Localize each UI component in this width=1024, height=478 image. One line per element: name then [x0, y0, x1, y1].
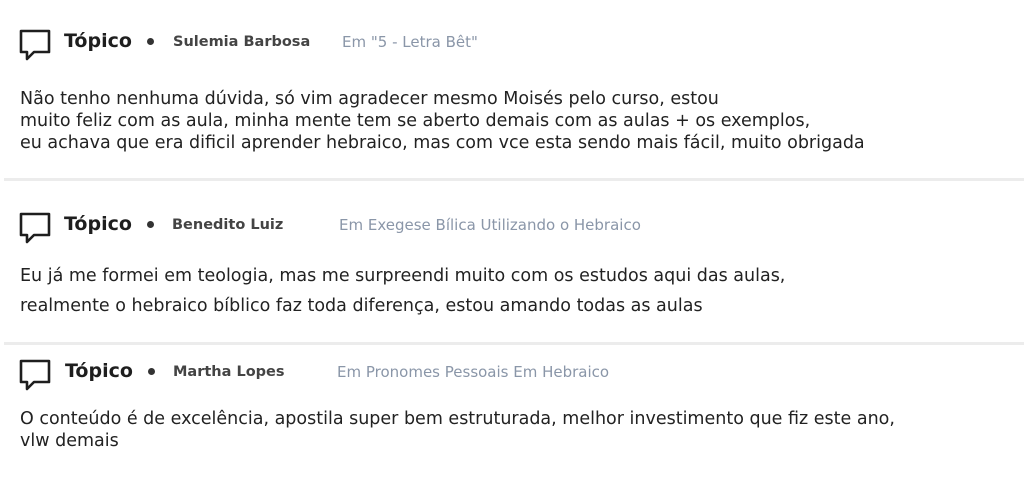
post-body-line: realmente o hebraico bíblico faz toda di… [20, 296, 703, 316]
separator-dot [147, 38, 154, 45]
post-header: Tópico Sulemia Barbosa Em "5 - Letra Bêt… [0, 28, 1024, 64]
post-type-label: Tópico [65, 360, 133, 382]
post-divider [4, 178, 1024, 181]
post-body-line: eu achava que era dificil aprender hebra… [20, 133, 865, 153]
post-body-line: Não tenho nenhuma dúvida, só vim agradec… [20, 89, 719, 109]
chat-bubble-icon [19, 359, 51, 391]
post-body-line: O conteúdo é de excelência, apostila sup… [20, 409, 895, 429]
chat-bubble-icon [19, 212, 51, 244]
topic-link[interactable]: Em Exegese Bílica Utilizando o Hebraico [339, 214, 641, 236]
author-name[interactable]: Benedito Luiz [172, 214, 283, 236]
post-body: Eu já me formei em teologia, mas me surp… [20, 261, 1020, 321]
separator-dot [148, 368, 155, 375]
post-divider [4, 342, 1024, 345]
post-header: Tópico Benedito Luiz Em Exegese Bílica U… [0, 211, 1024, 247]
post-type-label: Tópico [64, 213, 132, 235]
post-body-line: vlw demais [20, 431, 119, 451]
topic-link[interactable]: Em Pronomes Pessoais Em Hebraico [337, 361, 609, 383]
post-body: Não tenho nenhuma dúvida, só vim agradec… [20, 88, 1020, 154]
post-type-label: Tópico [64, 30, 132, 52]
post-header: Tópico Martha Lopes Em Pronomes Pessoais… [0, 358, 1024, 394]
author-name[interactable]: Sulemia Barbosa [173, 31, 310, 53]
chat-bubble-icon [19, 29, 51, 61]
author-name[interactable]: Martha Lopes [173, 361, 285, 383]
topic-link[interactable]: Em "5 - Letra Bêt" [342, 31, 478, 53]
post-body-line: Eu já me formei em teologia, mas me surp… [20, 266, 786, 286]
separator-dot [147, 221, 154, 228]
post-body: O conteúdo é de excelência, apostila sup… [20, 408, 1020, 452]
post-body-line: muito feliz com as aula, minha mente tem… [20, 111, 811, 131]
